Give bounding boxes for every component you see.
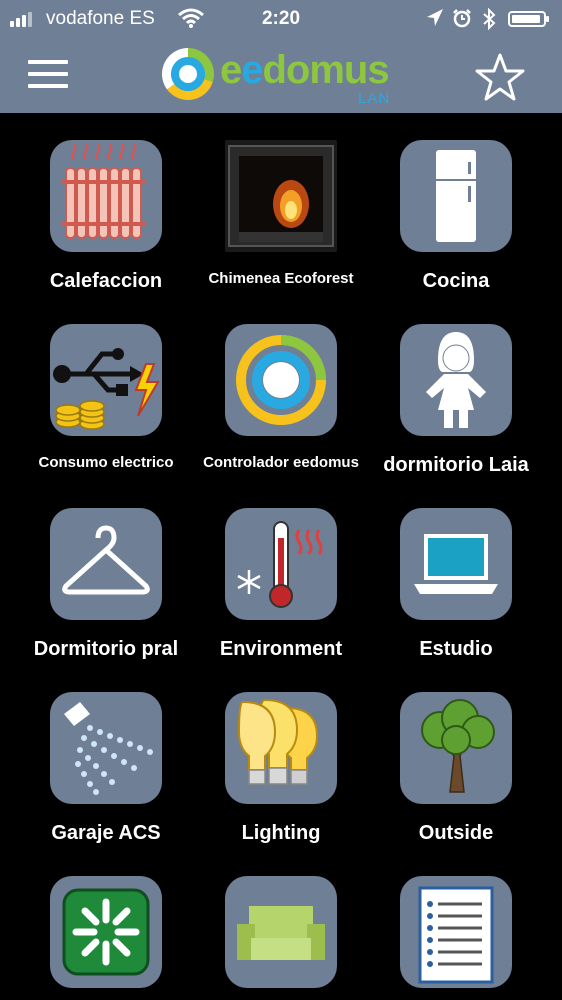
tile-label: Garaje ACS [51, 822, 161, 844]
tile-label: Lighting [241, 822, 321, 844]
light-bulbs-icon [225, 692, 337, 804]
clock: 2:20 [261, 8, 301, 29]
tile-chimenea-ecoforest[interactable]: Chimenea Ecoforest [201, 140, 361, 287]
location-arrow-icon [426, 8, 444, 34]
navigation-bar: eedomus LAN [0, 38, 562, 113]
document-list-icon [400, 876, 512, 988]
sofa-icon [225, 876, 337, 988]
tile-label: Estudio [419, 638, 493, 660]
tile-label: Consumo electrico [38, 454, 174, 471]
tile-garaje-acs[interactable]: Garaje ACS [26, 692, 186, 845]
tile-label: Environment [219, 638, 343, 660]
tile-label: dormitorio Laia [383, 454, 529, 476]
favorites-star-icon[interactable] [474, 52, 526, 102]
eedomus-logo: eedomus LAN [162, 46, 402, 108]
tile-consumo-electrico[interactable]: Consumo electrico [26, 324, 186, 471]
bluetooth-icon [482, 7, 496, 36]
girl-icon [400, 324, 512, 436]
tile-label: Dormitorio pral [33, 638, 179, 660]
tile-lighting[interactable]: Lighting [201, 692, 361, 845]
tile-environment[interactable]: Environment [201, 508, 361, 661]
logo-subtitle: LAN [358, 90, 391, 107]
tile-calefaccion[interactable]: Calefaccion [26, 140, 186, 293]
fridge-icon [400, 140, 512, 252]
tile-dormitorio-laia[interactable]: dormitorio Laia [376, 324, 536, 477]
alarm-icon [452, 8, 472, 34]
battery-icon [508, 11, 549, 27]
radiator-icon [50, 140, 162, 252]
menu-icon[interactable] [28, 60, 68, 90]
logo-ring-icon [162, 48, 214, 100]
laptop-icon [400, 508, 512, 620]
usb-power-coins-icon [50, 324, 162, 436]
tile-label: Outside [418, 822, 494, 844]
hanger-icon [50, 508, 162, 620]
tile-outside[interactable]: Outside [376, 692, 536, 845]
status-bar: vodafone ES 2:20 [0, 0, 562, 38]
tree-icon [400, 692, 512, 804]
thermometer-icon [225, 508, 337, 620]
logo-text: eedomus [220, 48, 390, 92]
tile-estudio[interactable]: Estudio [376, 508, 536, 661]
fireplace-photo [225, 140, 337, 252]
shower-icon [50, 692, 162, 804]
tile-label: Chimenea Ecoforest [208, 270, 354, 287]
tile-label: Calefaccion [49, 270, 163, 292]
tile-label: Cocina [422, 270, 490, 292]
tile-label: Controlador eedomus [203, 454, 359, 471]
eedomus-ring-icon [225, 324, 337, 436]
tile-cocina[interactable]: Cocina [376, 140, 536, 293]
tile-row5-3[interactable] [376, 876, 536, 988]
tile-dormitorio-pral[interactable]: Dormitorio pral [26, 508, 186, 661]
tile-row5-1[interactable] [26, 876, 186, 988]
green-burst-icon [50, 876, 162, 988]
tile-controlador-eedomus[interactable]: Controlador eedomus [201, 324, 361, 471]
tile-row5-2[interactable] [201, 876, 361, 988]
